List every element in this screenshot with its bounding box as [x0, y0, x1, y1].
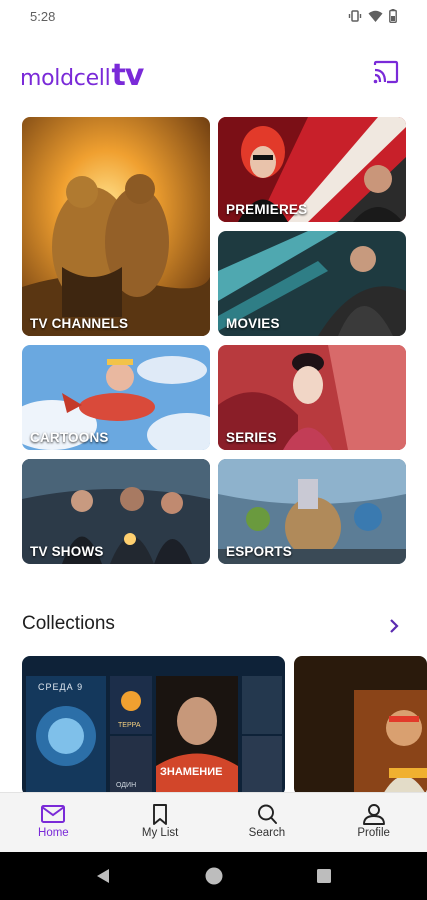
- battery-icon: [389, 9, 397, 23]
- collection-card-1-title: ЗНАМЕНИЕ: [160, 766, 223, 778]
- chevron-right-icon[interactable]: [386, 617, 402, 635]
- status-time: 5:28: [30, 8, 56, 24]
- collection-card-2-image: [354, 690, 427, 796]
- profile-icon: [362, 804, 385, 825]
- tile-tv-shows[interactable]: TV SHOWS: [22, 459, 210, 564]
- system-navigation-bar: [0, 852, 427, 900]
- search-icon: [257, 804, 277, 824]
- logo-word: moldcell: [20, 66, 111, 91]
- nav-home[interactable]: Home: [0, 793, 107, 852]
- nav-label: My List: [141, 827, 179, 839]
- home-circle-icon[interactable]: [204, 866, 224, 886]
- nav-my-list[interactable]: My List: [107, 793, 214, 852]
- tile-premieres[interactable]: PREMIERES: [218, 117, 406, 222]
- collection-card-1[interactable]: СРЕДА 9 ТЕРРА ОДИН ЗНАМЕНИЕ: [22, 656, 285, 796]
- tile-label: TV SHOWS: [30, 544, 104, 559]
- tile-label: PREMIERES: [226, 202, 308, 217]
- tile-label: ESPORTS: [226, 544, 292, 559]
- collection-card-1-small1: ТЕРРА: [118, 722, 141, 729]
- tv-channels-image: [22, 117, 210, 336]
- tile-cartoons[interactable]: CARTOONS: [22, 345, 210, 450]
- back-icon[interactable]: [94, 867, 112, 885]
- nav-label: Profile: [357, 827, 390, 839]
- tile-label: CARTOONS: [30, 430, 109, 445]
- tile-tv-channels[interactable]: TV CHANNELS: [22, 117, 210, 336]
- home-icon: [41, 805, 66, 823]
- collection-card-1-top-text: СРЕДА 9: [38, 682, 84, 692]
- collections-title: Collections: [22, 613, 115, 634]
- wifi-icon: [368, 10, 383, 22]
- tile-label: MOVIES: [226, 316, 280, 331]
- nav-label: Search: [248, 827, 286, 839]
- app-header: moldcell tv: [0, 50, 427, 98]
- nav-label: Home: [38, 827, 69, 839]
- logo-tv: tv: [111, 58, 144, 93]
- nav-profile[interactable]: Profile: [320, 793, 427, 852]
- tile-esports[interactable]: ESPORTS: [218, 459, 406, 564]
- tile-movies[interactable]: MOVIES: [218, 231, 406, 336]
- moldcell-tv-logo: moldcell tv: [20, 58, 144, 93]
- collection-card-2[interactable]: [294, 656, 427, 796]
- screen: 5:28 moldcell tv TV CHANNELS PREMIERES M…: [0, 0, 427, 900]
- bottom-nav: Home My List Search Profile: [0, 792, 427, 852]
- tile-label: SERIES: [226, 430, 277, 445]
- vibrate-icon: [348, 10, 362, 22]
- recents-icon[interactable]: [316, 868, 332, 884]
- collection-card-1-small2: ОДИН: [116, 782, 137, 789]
- bookmark-icon: [153, 804, 168, 825]
- collection-card-1-image: [26, 676, 282, 796]
- tile-label: TV CHANNELS: [30, 316, 129, 331]
- status-bar: 5:28: [0, 0, 427, 32]
- status-icons: [348, 9, 397, 23]
- tile-series[interactable]: SERIES: [218, 345, 406, 450]
- nav-search[interactable]: Search: [214, 793, 321, 852]
- cast-icon[interactable]: [372, 60, 400, 84]
